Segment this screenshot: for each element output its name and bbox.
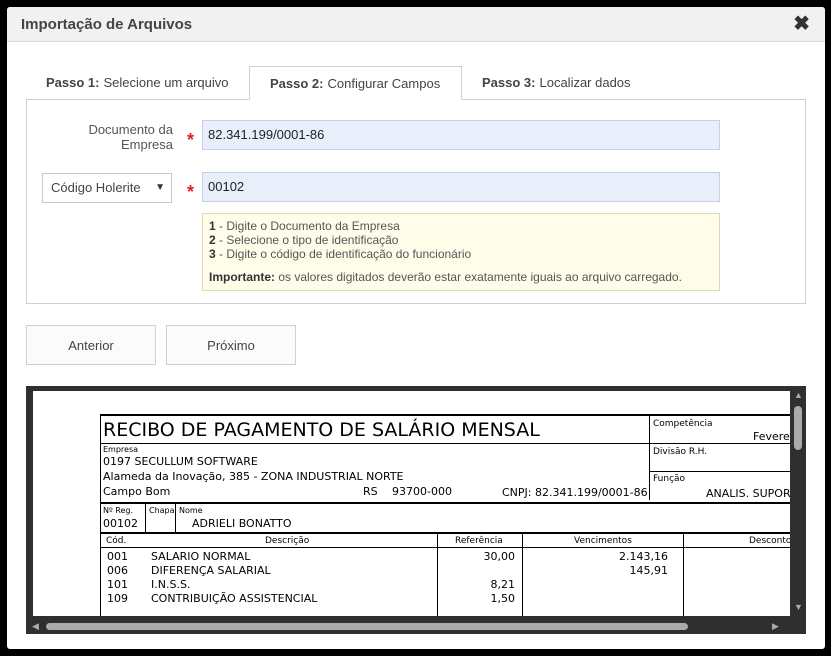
horizontal-scrollbar[interactable]: ◀ ▶ — [26, 618, 806, 634]
wizard-tabs: Passo 1: Selecione um arquivo Passo 2: Con… — [26, 66, 806, 100]
col-descontos: Descontos — [749, 536, 790, 546]
scroll-up-icon[interactable]: ▲ — [794, 390, 803, 400]
nreg-label: Nº Reg. — [103, 506, 134, 515]
item-cod: 006 — [107, 564, 128, 577]
horizontal-scroll-thumb[interactable] — [46, 623, 688, 630]
tab-label: Configurar Campos — [327, 76, 441, 91]
tab-step-1[interactable]: Passo 1: Selecione um arquivo — [26, 66, 249, 99]
chevron-down-icon: ▼ — [155, 182, 165, 193]
required-mark: * — [187, 182, 195, 202]
receipt-title: RECIBO DE PAGAMENTO DE SALÁRIO MENSAL — [103, 419, 540, 441]
empresa-label: Empresa — [103, 445, 139, 454]
dialog-titlebar: Importação de Arquivos ✖ — [7, 7, 825, 42]
required-mark: * — [187, 130, 195, 150]
empresa-name: 0197 SECULLUM SOFTWARE — [103, 455, 258, 468]
divisao-label: Divisão R.H. — [653, 447, 708, 457]
item-desc: CONTRIBUIÇÃO ASSISTENCIAL — [151, 592, 318, 605]
funcao-value: ANALIS. SUPOR — [706, 487, 790, 500]
item-desc: SALARIO NORMAL — [151, 550, 251, 563]
doc-label: Documento da Empresa — [67, 122, 173, 152]
item-venc: 145,91 — [629, 564, 669, 577]
tab-step-3[interactable]: Passo 3: Localizar dados — [462, 66, 651, 99]
next-button[interactable]: Próximo — [166, 325, 296, 365]
tab-step-label: Passo 1: — [46, 75, 100, 90]
competencia-value: Feverei — [753, 430, 790, 443]
item-cod: 001 — [107, 550, 128, 563]
document-preview[interactable]: RECIBO DE PAGAMENTO DE SALÁRIO MENSAL Co… — [26, 386, 806, 634]
hint-number: 2 — [209, 233, 216, 247]
item-desc: DIFERENÇA SALARIAL — [151, 564, 271, 577]
hint-text: - Selecione o tipo de identificação — [215, 233, 399, 247]
col-vencimentos: Vencimentos — [574, 536, 632, 546]
employee-id-input[interactable]: 00102 — [202, 172, 720, 202]
col-referencia: Referência — [455, 536, 503, 546]
empresa-city: Campo Bom — [103, 485, 171, 498]
chapa-label: Chapa — [149, 506, 175, 515]
tab-step-label: Passo 2: — [270, 76, 324, 91]
nreg-value: 00102 — [103, 517, 138, 530]
empresa-state: RS — [363, 485, 378, 498]
scroll-left-icon[interactable]: ◀ — [32, 621, 39, 632]
col-cod: Cód. — [106, 536, 127, 546]
instructions-box: 1 - Digite o Documento da Empresa 2 - Se… — [202, 213, 720, 291]
import-dialog: Importação de Arquivos ✖ Passo 1: Selecio… — [7, 7, 825, 649]
payslip-page: RECIBO DE PAGAMENTO DE SALÁRIO MENSAL Co… — [33, 391, 790, 616]
tab-step-label: Passo 3: — [482, 75, 536, 90]
hint-text: - Digite o Documento da Empresa — [215, 219, 400, 233]
tab-label: Selecione um arquivo — [103, 75, 229, 90]
tab-step-2[interactable]: Passo 2: Configurar Campos — [249, 66, 462, 100]
item-ref: 30,00 — [483, 550, 516, 563]
previous-button[interactable]: Anterior — [26, 325, 156, 365]
item-venc: 2.143,16 — [619, 550, 668, 563]
item-ref: 8,21 — [490, 578, 516, 591]
select-value: Código Holerite — [51, 180, 141, 195]
item-cod: 101 — [107, 578, 128, 591]
dialog-title: Importação de Arquivos — [21, 16, 193, 33]
col-descricao: Descrição — [265, 536, 310, 546]
hint-number: 3 — [209, 247, 216, 261]
vertical-scrollbar[interactable]: ▲ ▼ — [790, 386, 806, 618]
hint-text: - Digite o código de identificação do fu… — [215, 247, 472, 261]
vertical-scroll-thumb[interactable] — [794, 406, 802, 450]
config-panel: Documento da Empresa * 82.341.199/0001-8… — [26, 99, 806, 304]
identification-type-select[interactable]: Código Holerite ▼ — [42, 173, 172, 203]
empresa-address: Alameda da Inovação, 385 - ZONA INDUSTRI… — [103, 470, 404, 483]
nome-value: ADRIELI BONATTO — [192, 517, 292, 530]
doc-label-line1: Documento da — [88, 122, 173, 137]
important-label: Importante: — [209, 270, 275, 284]
item-cod: 109 — [107, 592, 128, 605]
scroll-down-icon[interactable]: ▼ — [794, 602, 803, 612]
competencia-label: Competência — [653, 419, 713, 429]
empresa-zip: 93700-000 — [392, 485, 452, 498]
empresa-cnpj: CNPJ: 82.341.199/0001-86 — [502, 486, 648, 499]
item-ref: 1,50 — [490, 592, 516, 605]
item-desc: I.N.S.S. — [151, 578, 191, 591]
funcao-label: Função — [653, 474, 686, 484]
hint-number: 1 — [209, 219, 216, 233]
company-document-input[interactable]: 82.341.199/0001-86 — [202, 120, 720, 150]
scroll-right-icon[interactable]: ▶ — [772, 621, 779, 632]
doc-label-line2: Empresa — [120, 137, 173, 152]
nome-label: Nome — [179, 506, 203, 515]
tab-label: Localizar dados — [539, 75, 631, 90]
important-text: os valores digitados deverão estar exata… — [275, 270, 682, 284]
close-icon[interactable]: ✖ — [793, 12, 810, 36]
